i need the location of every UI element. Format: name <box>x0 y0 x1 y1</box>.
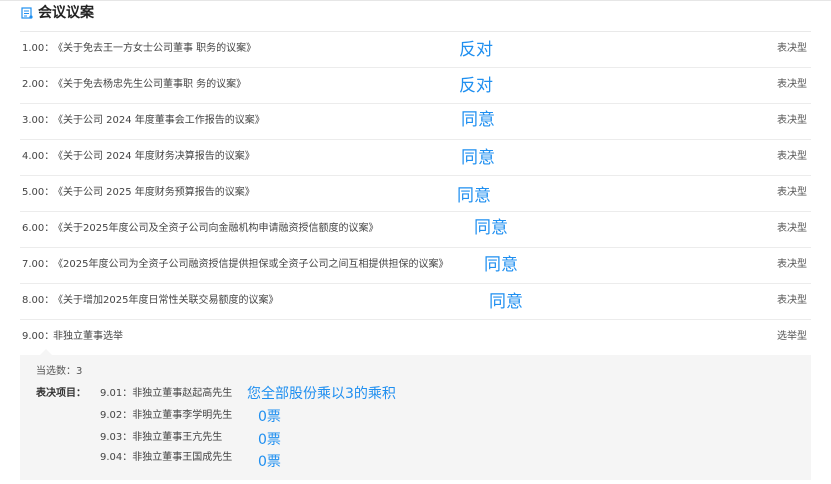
vote-annotation: 反对 <box>459 76 493 96</box>
proposal-row: 9.00： 非独立董事选举 选举型 <box>20 320 811 355</box>
meeting-proposals-page: 会议议案 1.00： 《关于免去王一方女士公司董事 职务的议案》 表决型 反对 … <box>0 0 831 484</box>
election-detail-panel: 当选数：3 表决项目： 9.01：非独立董事赵起高先生 您全部股份乘以3的乘积 … <box>20 349 811 480</box>
vote-annotation: 同意 <box>461 110 495 130</box>
proposal-type: 表决型 <box>777 223 807 234</box>
proposal-type: 表决型 <box>777 295 807 306</box>
proposal-title: 《2025年度公司为全资子公司融资授信提供担保或全资子公司之间互相提供担保的议案… <box>53 259 449 270</box>
candidate-label: 9.03：非独立董事王亢先生 <box>100 432 223 443</box>
proposal-row: 3.00： 《关于公司 2024 年度董事会工作报告的议案》 表决型 同意 <box>20 104 811 140</box>
document-list-icon <box>21 7 33 19</box>
proposal-row: 5.00： 《关于公司 2025 年度财务预算报告的议案》 表决型 同意 <box>20 176 811 212</box>
proposal-title: 《关于免去杨忠先生公司董事职 务的议案》 <box>53 79 247 90</box>
proposal-row: 4.00： 《关于公司 2024 年度财务决算报告的议案》 表决型 同意 <box>20 140 811 176</box>
proposal-type: 表决型 <box>777 151 807 162</box>
proposal-type: 表决型 <box>777 259 807 270</box>
proposal-type: 表决型 <box>777 43 807 54</box>
proposal-number: 9.00： <box>22 331 55 342</box>
proposal-row: 8.00： 《关于增加2025年度日常性关联交易额度的议案》 表决型 同意 <box>20 284 811 320</box>
vote-annotation: 同意 <box>474 218 508 238</box>
vote-annotation: 同意 <box>489 292 523 312</box>
proposal-number: 8.00： <box>22 295 55 306</box>
proposal-row: 7.00： 《2025年度公司为全资子公司融资授信提供担保或全资子公司之间互相提… <box>20 248 811 284</box>
vote-items-label: 表决项目： <box>36 388 86 399</box>
proposal-title: 《关于公司 2025 年度财务预算报告的议案》 <box>53 187 255 198</box>
vote-annotation: 反对 <box>459 40 493 60</box>
proposal-number: 2.00： <box>22 79 55 90</box>
proposal-type: 表决型 <box>777 115 807 126</box>
candidate-vote-annotation: 0票 <box>258 409 281 425</box>
proposal-row: 1.00： 《关于免去王一方女士公司董事 职务的议案》 表决型 反对 <box>20 31 811 68</box>
elected-count: 当选数：3 <box>36 366 83 377</box>
candidate-label: 9.02：非独立董事李学明先生 <box>100 410 233 421</box>
proposal-type: 表决型 <box>777 79 807 90</box>
section-header: 会议议案 <box>0 0 831 31</box>
proposal-title: 《关于增加2025年度日常性关联交易额度的议案》 <box>53 295 279 306</box>
candidate-label: 9.04：非独立董事王国成先生 <box>100 452 233 463</box>
vote-annotation: 同意 <box>484 255 518 275</box>
proposal-number: 1.00： <box>22 43 55 54</box>
proposal-type: 表决型 <box>777 187 807 198</box>
proposal-title: 《关于2025年度公司及全资子公司向金融机构申请融资授信额度的议案》 <box>53 223 379 234</box>
proposal-number: 6.00： <box>22 223 55 234</box>
proposal-number: 5.00： <box>22 187 55 198</box>
proposal-row: 2.00： 《关于免去杨忠先生公司董事职 务的议案》 表决型 反对 <box>20 68 811 104</box>
vote-annotation: 同意 <box>457 186 491 206</box>
vote-annotation: 同意 <box>461 148 495 168</box>
proposal-title: 《关于免去王一方女士公司董事 职务的议案》 <box>53 43 257 54</box>
candidate-label: 9.01：非独立董事赵起高先生 <box>100 388 233 399</box>
proposal-number: 4.00： <box>22 151 55 162</box>
proposal-list: 1.00： 《关于免去王一方女士公司董事 职务的议案》 表决型 反对 2.00：… <box>0 31 831 355</box>
proposal-number: 3.00： <box>22 115 55 126</box>
proposal-type: 选举型 <box>777 331 807 342</box>
section-title: 会议议案 <box>38 5 94 21</box>
candidate-vote-annotation: 0票 <box>258 432 281 448</box>
proposal-row: 6.00： 《关于2025年度公司及全资子公司向金融机构申请融资授信额度的议案》… <box>20 212 811 248</box>
proposal-number: 7.00： <box>22 259 55 270</box>
candidate-vote-annotation: 0票 <box>258 454 281 470</box>
proposal-title: 《关于公司 2024 年度财务决算报告的议案》 <box>53 151 255 162</box>
candidate-vote-annotation: 您全部股份乘以3的乘积 <box>247 386 396 402</box>
proposal-title: 非独立董事选举 <box>53 331 123 342</box>
proposal-title: 《关于公司 2024 年度董事会工作报告的议案》 <box>53 115 265 126</box>
panel-pointer <box>40 349 52 355</box>
